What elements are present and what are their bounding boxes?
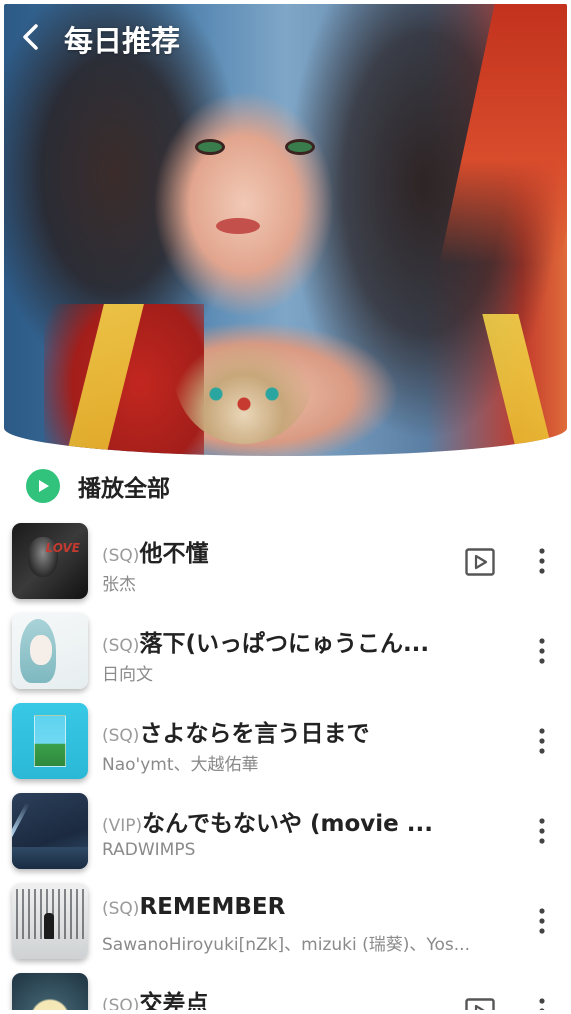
song-row[interactable]: (SQ)交差点 xyxy=(4,966,567,1010)
song-title: REMEMBER xyxy=(139,894,286,920)
song-title: なんでもないや (movie ... xyxy=(142,811,434,837)
quality-tag: (SQ) xyxy=(102,636,140,656)
song-title-line: (SQ)交差点 xyxy=(102,984,442,1010)
mv-play-icon[interactable] xyxy=(465,998,495,1010)
song-row[interactable]: (SQ)落下(いっぱつにゅうこん... 日向文 xyxy=(4,606,567,696)
more-vertical-icon[interactable] xyxy=(532,996,552,1010)
song-artist: 日向文 xyxy=(102,665,153,685)
song-artist: Nao'ymt、大越佑華 xyxy=(102,755,259,775)
more-vertical-icon[interactable] xyxy=(532,726,552,756)
song-title: さよならを言う日まで xyxy=(139,721,370,747)
banner-eye-left xyxy=(198,142,222,152)
album-cover xyxy=(12,703,88,779)
song-artist: 张杰 xyxy=(102,575,136,595)
album-cover xyxy=(12,793,88,869)
song-list: LOVE (SQ)他不懂 张杰 (SQ)落下(いっぱつにゅうこん... 日向文 … xyxy=(4,516,567,1010)
song-title-line: (VIP)なんでもないや (movie ... xyxy=(102,804,442,838)
more-vertical-icon[interactable] xyxy=(532,636,552,666)
album-cover: LOVE xyxy=(12,523,88,599)
song-title-line: (SQ)他不懂 xyxy=(102,534,442,568)
song-title: 交差点 xyxy=(139,991,209,1010)
more-vertical-icon[interactable] xyxy=(532,546,552,576)
app-frame: 每日推荐 播放全部 LOVE (SQ)他不懂 张杰 (SQ)落下(いっぱつにゅう… xyxy=(4,4,567,1010)
play-all-label: 播放全部 xyxy=(78,476,170,502)
mv-play-icon[interactable] xyxy=(465,548,495,576)
banner-yellow-ribbon-right xyxy=(482,314,556,456)
song-title: 落下(いっぱつにゅうこん... xyxy=(139,631,430,657)
page-title: 每日推荐 xyxy=(64,24,181,58)
more-vertical-icon[interactable] xyxy=(532,816,552,846)
header-banner-image xyxy=(4,4,567,456)
quality-tag: (SQ) xyxy=(102,899,140,919)
chevron-left-icon[interactable] xyxy=(18,22,44,52)
song-title-line: (SQ)落下(いっぱつにゅうこん... xyxy=(102,624,442,658)
play-all-button[interactable]: 播放全部 xyxy=(26,466,170,506)
quality-tag: (SQ) xyxy=(102,546,140,566)
quality-tag: (VIP) xyxy=(102,816,143,836)
album-cover xyxy=(12,883,88,959)
song-row[interactable]: LOVE (SQ)他不懂 张杰 xyxy=(4,516,567,606)
song-row[interactable]: (SQ)REMEMBER SawanoHiroyuki[nZk]、mizuki … xyxy=(4,876,567,966)
banner-red-sash xyxy=(439,4,567,264)
quality-tag: (SQ) xyxy=(102,996,140,1010)
album-cover xyxy=(12,973,88,1010)
song-artist: RADWIMPS xyxy=(102,840,196,860)
album-cover xyxy=(12,613,88,689)
banner-eye-right xyxy=(288,142,312,152)
banner-lips xyxy=(216,218,260,234)
more-vertical-icon[interactable] xyxy=(532,906,552,936)
play-circle-icon xyxy=(26,469,60,503)
quality-tag: (SQ) xyxy=(102,726,140,746)
song-title-line: (SQ)REMEMBER xyxy=(102,894,442,920)
song-row[interactable]: (SQ)さよならを言う日まで Nao'ymt、大越佑華 xyxy=(4,696,567,786)
song-title-line: (SQ)さよならを言う日まで xyxy=(102,714,442,748)
song-artist: SawanoHiroyuki[nZk]、mizuki (瑞葵)、Yos... xyxy=(102,935,470,955)
song-title: 他不懂 xyxy=(139,541,209,567)
song-row[interactable]: (VIP)なんでもないや (movie ... RADWIMPS xyxy=(4,786,567,876)
